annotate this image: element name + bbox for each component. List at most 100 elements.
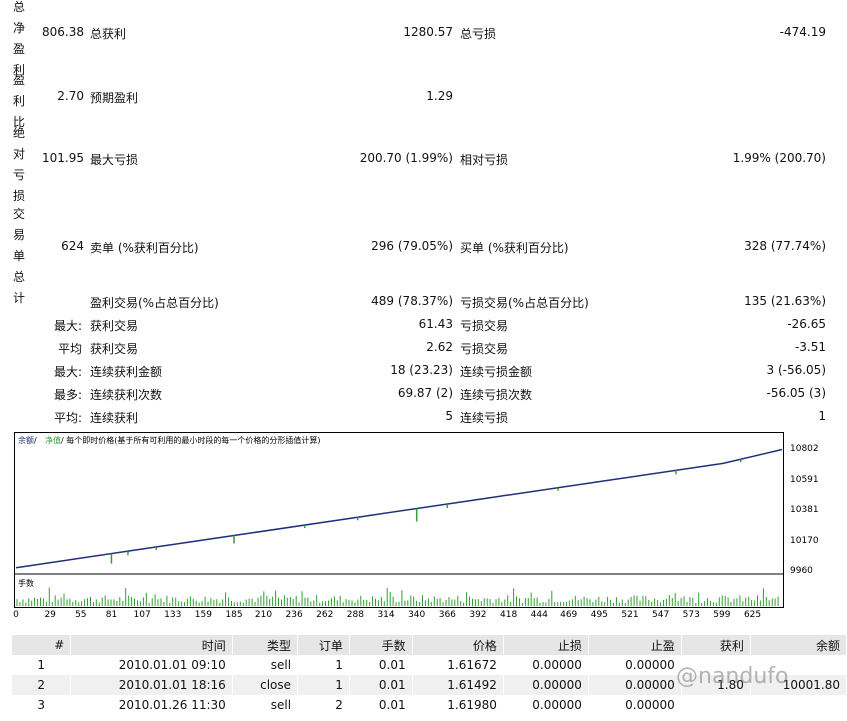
stat-value: -56.05 (3)	[766, 386, 827, 400]
absolute-drawdown-value: 101.95	[42, 151, 84, 165]
long-positions-label: 买单 (%获利百分比)	[460, 241, 569, 255]
table-cell: 0.00000	[503, 655, 589, 675]
x-tick-label: 133	[164, 610, 182, 620]
net-profit-value: 806.38	[42, 25, 84, 39]
column-header[interactable]: #	[12, 635, 72, 655]
column-header[interactable]: 止损	[503, 635, 589, 655]
column-header[interactable]: 订单	[297, 635, 350, 655]
x-tick-label: 444	[530, 610, 548, 620]
table-cell: 1.61492	[412, 675, 504, 695]
drawdown-side-label: 绝对亏损	[12, 126, 25, 203]
stat-prefix: 平均:	[53, 411, 82, 425]
gross-profit-label: 总获利	[90, 27, 127, 41]
table-cell	[750, 695, 847, 715]
legend-sep: /	[34, 436, 37, 445]
stat-value: -26.65	[787, 317, 826, 331]
x-tick-label: 573	[682, 610, 700, 620]
total-trades-value: 624	[61, 239, 84, 253]
table-cell: 0.00000	[503, 695, 589, 715]
legend-balance: 余额	[18, 435, 34, 445]
x-tick-label: 288	[346, 610, 364, 620]
stat-label: 连续亏损金额	[460, 365, 533, 379]
stat-value: 2.62	[426, 340, 453, 354]
column-header[interactable]: 时间	[70, 635, 233, 655]
stat-label: 亏损交易	[460, 319, 509, 333]
expected-payoff-label: 预期盈利	[90, 91, 139, 105]
column-header[interactable]: 余额	[750, 635, 847, 655]
x-tick-label: 55	[75, 610, 87, 620]
x-tick-label: 392	[469, 610, 487, 620]
y-tick-label: 10381	[790, 505, 819, 516]
table-cell: 2	[297, 695, 350, 715]
gross-profit-value: 1280.57	[403, 25, 453, 39]
x-tick-label: 625	[743, 610, 762, 620]
stat-prefix: 平均	[57, 342, 82, 356]
table-row[interactable]: 3 2010.01.26 11:30 sell 2 0.01 1.61980 0.00000…	[12, 695, 847, 715]
max-drawdown-label: 最大亏损	[90, 153, 139, 167]
stat-label: 盈利交易(%占总百分比)	[90, 296, 219, 310]
table-cell: 2010.01.01 18:16	[70, 675, 233, 695]
table-cell: 2010.01.01 09:10	[70, 655, 233, 675]
stat-value: 61.43	[418, 317, 453, 331]
table-cell: 1.61672	[412, 655, 504, 675]
gross-loss-label: 总亏损	[460, 27, 497, 41]
stat-label: 获利交易	[90, 342, 139, 356]
stat-value: 3 (-56.05)	[766, 363, 827, 377]
stat-label: 亏损交易(%占总百分比)	[460, 296, 589, 310]
trades-side-label: 交易单总计	[12, 207, 25, 305]
balance-chart: 余额 / 净值 / 每个即时价格(基于所有可利用的最小时段的每一个价格的分形插值…	[14, 432, 784, 608]
column-header[interactable]: 止盈	[588, 635, 682, 655]
stat-prefix: 最大:	[53, 319, 82, 333]
column-header[interactable]: 获利	[681, 635, 751, 655]
table-header-row: # 时间 类型 订单 手数 价格 止损 止盈 获利 余额	[12, 635, 847, 655]
x-tick-label: 81	[105, 610, 118, 620]
stat-prefix: 最大:	[53, 365, 82, 379]
table-cell: 0.01	[349, 675, 413, 695]
stat-value: 1	[818, 409, 826, 423]
table-cell: 2010.01.26 11:30	[70, 695, 233, 715]
max-drawdown-value: 200.70 (1.99%)	[359, 151, 453, 165]
table-cell: sell	[232, 695, 299, 715]
stat-value: 489 (78.37%)	[371, 294, 453, 308]
y-tick-label: 10170	[790, 535, 819, 546]
watermark: @nandufo	[676, 664, 789, 689]
relative-drawdown-label: 相对亏损	[460, 153, 509, 167]
column-header[interactable]: 价格	[412, 635, 504, 655]
y-tick-label: 10802	[790, 444, 819, 455]
x-tick-label: 599	[713, 610, 731, 620]
relative-drawdown-value: 1.99% (200.70)	[732, 151, 826, 165]
stat-label: 连续获利金额	[90, 365, 163, 379]
x-tick-label: 366	[438, 610, 456, 620]
y-tick-label: 10591	[790, 474, 819, 485]
stat-value: 5	[445, 409, 453, 423]
x-tick-label: 262	[316, 610, 334, 620]
x-tick-label: 0	[13, 610, 19, 620]
table-cell: sell	[232, 655, 299, 675]
table-cell: 2	[12, 675, 72, 695]
x-tick-label: 495	[590, 610, 608, 620]
x-tick-label: 210	[254, 610, 273, 620]
table-cell: 0.00000	[588, 655, 682, 675]
column-header[interactable]: 手数	[349, 635, 413, 655]
x-tick-label: 340	[408, 610, 426, 620]
table-cell: 0.01	[349, 695, 413, 715]
table-cell	[681, 695, 751, 715]
stat-value: -3.51	[794, 340, 826, 354]
x-tick-label: 418	[500, 610, 518, 620]
table-cell: 0.00000	[588, 675, 682, 695]
x-tick-label: 185	[225, 610, 243, 620]
net-profit-side-label: 总净盈利	[12, 0, 25, 77]
table-cell: 1	[12, 655, 72, 675]
volume-label: 手数	[18, 578, 34, 588]
table-cell: 1	[297, 675, 350, 695]
table-cell: 0.00000	[588, 695, 682, 715]
x-tick-label: 547	[652, 610, 670, 620]
stat-value: 135 (21.63%)	[744, 294, 826, 308]
stat-label: 亏损交易	[460, 342, 509, 356]
profit-factor-value: 2.70	[57, 89, 84, 103]
legend-equity: 净值	[45, 435, 61, 445]
stat-value: 18 (23.23)	[390, 363, 453, 377]
x-tick-label: 314	[377, 610, 395, 620]
column-header[interactable]: 类型	[232, 635, 299, 655]
expected-payoff-value: 1.29	[426, 89, 453, 103]
